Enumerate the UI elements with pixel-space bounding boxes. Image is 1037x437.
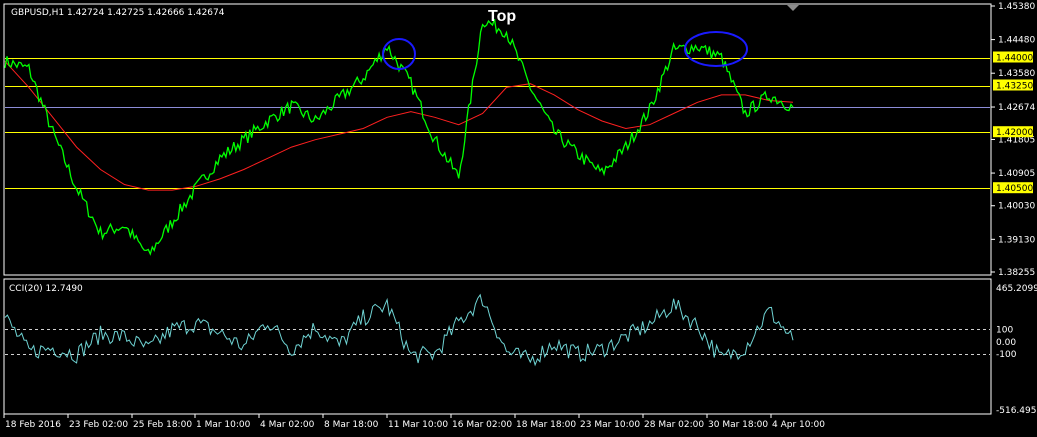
price-tick-label: 1.43580 bbox=[998, 69, 1035, 79]
price-tick-label: 1.40030 bbox=[998, 202, 1035, 212]
cci-tick-label: -516.4956 bbox=[996, 406, 1037, 416]
cci-label: CCI(20) 12.7490 bbox=[9, 284, 83, 294]
cci-tick-label: 0.00 bbox=[996, 338, 1016, 348]
time-tick-label: 28 Mar 02:00 bbox=[644, 420, 704, 430]
level-label-text: 1.40500 bbox=[996, 184, 1033, 194]
price-tick-label: 1.42674 bbox=[998, 103, 1035, 113]
price-tick-label: 1.45380 bbox=[998, 2, 1035, 12]
level-label-text: 1.44000 bbox=[996, 54, 1033, 64]
chart: 1.453801.444801.435801.426741.418051.409… bbox=[0, 0, 1037, 437]
top-annotation: Top bbox=[488, 8, 516, 25]
time-tick-label: 16 Mar 02:00 bbox=[452, 420, 512, 430]
time-tick-label: 4 Apr 10:00 bbox=[772, 420, 825, 430]
cci-tick-label: 465.2099 bbox=[996, 284, 1037, 294]
level-label-text: 1.43250 bbox=[996, 82, 1033, 92]
price-tick-label: 1.40905 bbox=[998, 169, 1035, 179]
price-tick-label: 1.38255 bbox=[998, 268, 1035, 278]
price-tick-label: 1.39130 bbox=[998, 235, 1035, 245]
time-tick-label: 4 Mar 02:00 bbox=[260, 420, 315, 430]
cci-tick-label: 100 bbox=[996, 325, 1013, 335]
time-tick-label: 23 Feb 02:00 bbox=[69, 420, 128, 430]
time-tick-label: 18 Mar 18:00 bbox=[516, 420, 576, 430]
symbol-info: GBPUSD,H1 1.42724 1.42725 1.42666 1.4267… bbox=[11, 8, 225, 18]
time-tick-label: 23 Mar 10:00 bbox=[580, 420, 640, 430]
time-tick-label: 18 Feb 2016 bbox=[5, 420, 61, 430]
time-tick-label: 8 Mar 18:00 bbox=[324, 420, 379, 430]
chart-background bbox=[0, 0, 1037, 437]
cci-tick-label: -100 bbox=[996, 350, 1017, 360]
time-tick-label: 1 Mar 10:00 bbox=[196, 420, 251, 430]
time-tick-label: 25 Feb 18:00 bbox=[133, 420, 192, 430]
level-label-text: 1.42000 bbox=[996, 128, 1033, 138]
price-tick-label: 1.44480 bbox=[998, 36, 1035, 46]
time-tick-label: 30 Mar 18:00 bbox=[708, 420, 768, 430]
time-tick-label: 11 Mar 10:00 bbox=[388, 420, 448, 430]
